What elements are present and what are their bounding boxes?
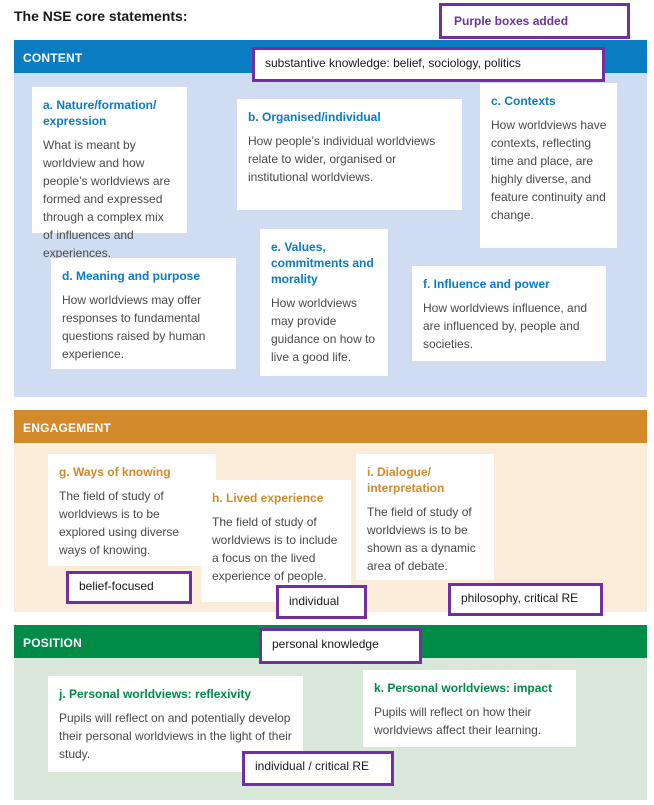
card-body: The field of study of worldviews is to b… [59,489,180,557]
card-d: d. Meaning and purpose How worldviews ma… [51,258,236,369]
card-title: b. Organised/individual [248,110,381,124]
card-e: e. Values, commitments and morality How … [260,229,388,376]
annotation-j: individual / critical RE [242,751,394,786]
card-g: g. Ways of knowing The field of study of… [48,454,216,566]
annotation-position: personal knowledge [259,628,422,664]
card-title: d. Meaning and purpose [62,269,201,283]
page-title: The NSE core statements: [14,8,188,24]
engagement-header: ENGAGEMENT [14,410,647,443]
card-body: The field of study of worldviews is to i… [212,515,338,583]
card-h: h. Lived experience The field of study o… [201,480,351,602]
card-title: k. Personal worldviews: impact [374,681,553,695]
card-body: How people’s individual worldviews relat… [248,134,436,184]
card-body: How worldviews have contexts, reflecting… [491,118,607,222]
card-title: j. Personal worldviews: reflexivity [59,687,252,701]
card-body: How worldviews may provide guidance on h… [271,296,376,364]
card-title: f. Influence and power [423,277,550,291]
card-title: i. Dialogue/ interpretation [367,465,445,495]
card-title: g. Ways of knowing [59,465,171,479]
card-i: i. Dialogue/ interpretation The field of… [356,454,494,580]
card-a: a. Nature/formation/ expression What is … [32,87,187,260]
annotation-h: individual [276,585,367,619]
card-title: a. Nature/formation/ expression [43,98,157,128]
card-title: c. Contexts [491,94,556,108]
card-body: How worldviews may offer responses to fu… [62,293,206,361]
annotation-legend: Purple boxes added [439,3,630,39]
card-f: f. Influence and power How worldviews in… [412,266,606,361]
card-k: k. Personal worldviews: impact Pupils wi… [363,670,576,747]
card-body: How worldviews influence, and are influe… [423,301,588,351]
card-c: c. Contexts How worldviews have contexts… [480,83,617,248]
card-title: e. Values, commitments and morality [271,240,374,286]
card-body: What is meant by worldview and how peopl… [43,138,171,260]
card-title: h. Lived experience [212,491,324,505]
card-body: Pupils will reflect on how their worldvi… [374,705,542,737]
card-body: The field of study of worldviews is to b… [367,505,476,573]
annotation-i: philosophy, critical RE [448,583,603,616]
content-section: CONTENT a. Nature/formation/ expression … [14,40,647,397]
annotation-content: substantive knowledge: belief, sociology… [252,47,605,82]
annotation-g: belief-focused [66,571,192,604]
card-b: b. Organised/individual How people’s ind… [237,99,462,210]
